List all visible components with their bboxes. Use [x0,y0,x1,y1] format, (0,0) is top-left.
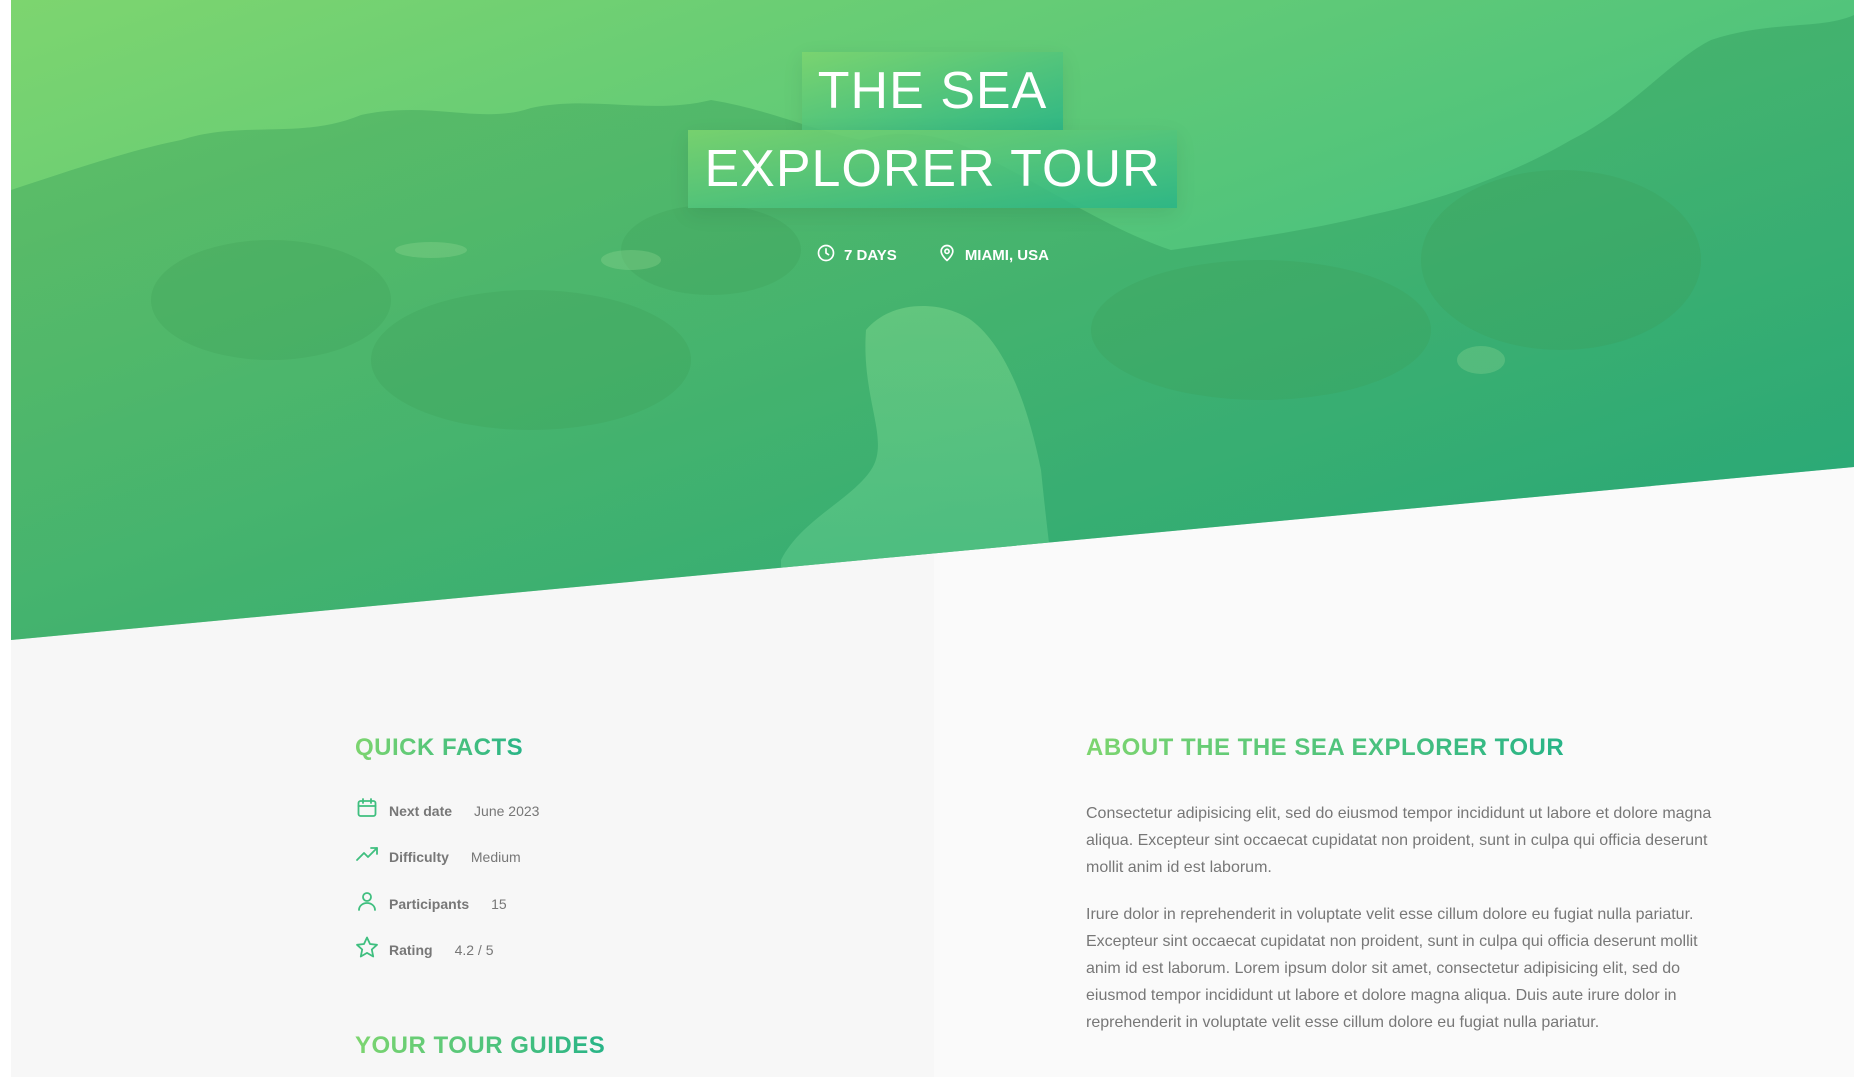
user-icon [355,889,389,918]
duration-text: 7 DAYS [844,246,897,264]
fact-label: Difficulty [389,848,449,865]
about-heading: ABOUT THE THE SEA EXPLORER TOUR [1086,734,1565,761]
location-text: MIAMI, USA [964,246,1049,264]
fact-difficulty: Difficulty Medium [355,842,521,871]
fact-label: Participants [389,895,470,912]
quick-facts-heading: QUICK FACTS [355,734,524,761]
fact-value: 15 [491,895,507,912]
hero-meta: 7 DAYS MIAMI, USA [11,243,1854,267]
fact-value: 4.2 / 5 [454,941,494,958]
clock-icon [816,243,836,267]
star-icon [355,935,389,964]
tour-guides-heading: YOUR TOUR GUIDES [355,1032,606,1059]
fact-rating: Rating 4.2 / 5 [355,935,493,964]
fact-label: Next date [389,802,453,819]
hero-title-line-1: THE SEA [801,52,1064,130]
map-pin-icon [937,243,957,267]
fact-value: June 2023 [474,802,540,819]
location-detail: MIAMI, USA [937,243,1049,267]
calendar-icon [355,796,389,825]
fact-value: Medium [470,848,521,865]
tour-page: THE SEA EXPLORER TOUR 7 DAYS MIAMI, USA … [11,0,1854,1077]
duration-detail: 7 DAYS [816,243,897,267]
about-paragraph-2: Irure dolor in reprehenderit in voluptat… [1086,906,1698,1031]
fact-participants: Participants 15 [355,889,507,918]
trending-up-icon [355,842,389,871]
hero-title: THE SEA EXPLORER TOUR [11,52,1854,208]
fact-label: Rating [389,941,433,958]
hero-title-line-2: EXPLORER TOUR [688,130,1177,208]
fact-next-date: Next date June 2023 [355,796,539,825]
about-paragraph-1: Consectetur adipisicing elit, sed do eiu… [1086,805,1712,876]
